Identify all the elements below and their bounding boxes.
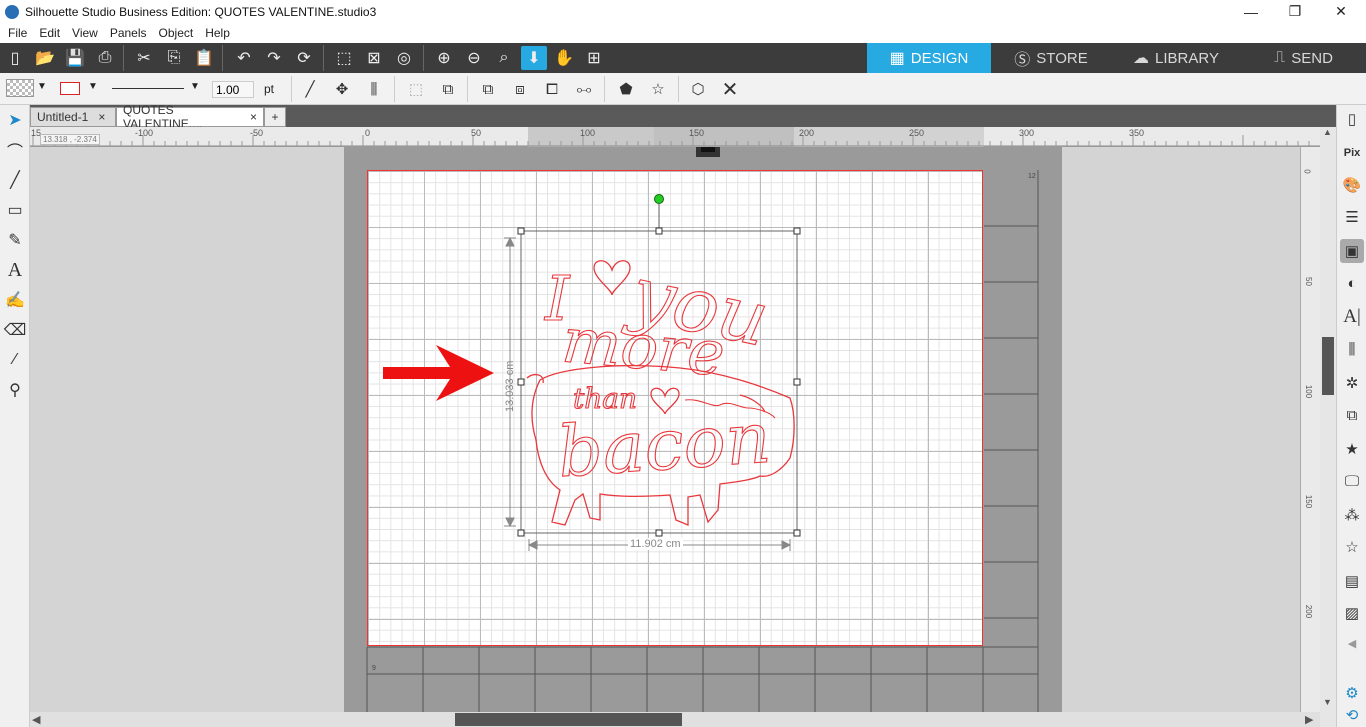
resize-handle[interactable] [517,529,525,537]
scroll-left-icon[interactable]: ◀ [32,713,40,726]
horizontal-scrollbar[interactable]: ◀ ▶ [30,712,1320,727]
ruler-label: 150 [1304,494,1314,509]
resize-handle[interactable] [517,378,525,386]
design-text-bacon: bacon [555,397,773,494]
scroll-right-icon[interactable]: ▶ [1305,713,1313,726]
resize-handle[interactable] [793,227,801,235]
resize-handle[interactable] [793,529,801,537]
scroll-down-icon[interactable]: ▼ [1323,697,1332,707]
height-dimension-label: 13.033 cm [504,360,516,412]
ruler-label: 0 [1302,169,1312,174]
design-text-more: more [559,303,727,390]
design-overlay: I you more than bacon [383,194,801,551]
resize-handle[interactable] [517,227,525,235]
vertical-scrollbar[interactable]: ▲ ▼ [1320,127,1336,727]
horizontal-scroll-thumb[interactable] [455,713,682,726]
ruler-label: 50 [1303,277,1313,286]
resize-handle[interactable] [793,378,801,386]
heart-shape [593,260,631,296]
ruler-label: 100 [1304,384,1314,399]
resize-handle[interactable] [655,227,663,235]
scroll-up-icon[interactable]: ▲ [1323,127,1332,137]
resize-handle[interactable] [655,529,663,537]
rotate-handle[interactable] [654,194,664,204]
vertical-ruler: 0 50 100 150 200 [1300,147,1320,712]
pointer-arrow [383,345,494,401]
ruler-label: 200 [1304,604,1314,619]
width-dimension-label: 11.902 cm [628,538,683,550]
vertical-scroll-thumb[interactable] [1322,337,1334,395]
